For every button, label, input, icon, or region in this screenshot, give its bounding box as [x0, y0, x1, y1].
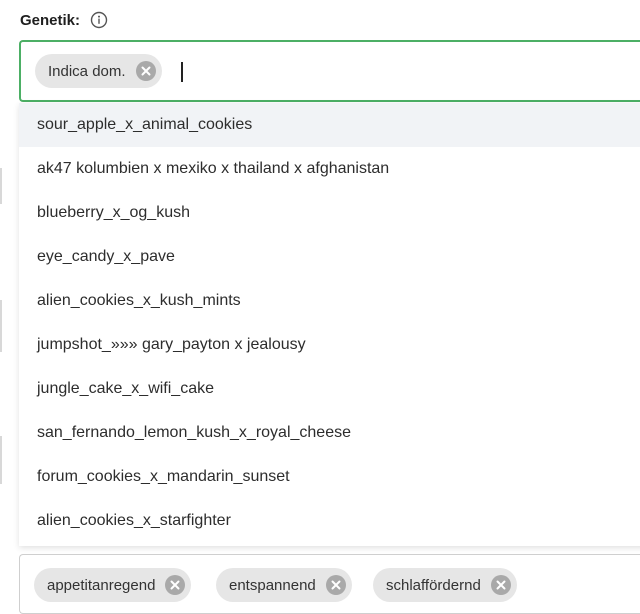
selected-chip: schlaffördernd	[373, 568, 517, 602]
dropdown-option[interactable]: ak47 kolumbien x mexiko x thailand x afg…	[19, 147, 640, 191]
info-icon[interactable]	[90, 11, 108, 29]
close-circle-icon[interactable]	[490, 575, 511, 595]
chip-label: Indica dom.	[48, 62, 126, 80]
options-dropdown: sour_apple_x_animal_cookies ak47 kolumbie…	[19, 103, 640, 546]
chip-label: appetitanregend	[47, 576, 156, 594]
chip-label: schlaffördernd	[386, 576, 481, 594]
close-circle-icon[interactable]	[135, 61, 156, 81]
dropdown-option[interactable]: san_fernando_lemon_kush_x_royal_cheese	[19, 411, 640, 455]
close-circle-icon[interactable]	[325, 575, 346, 595]
dropdown-option[interactable]: jungle_cake_x_wifi_cake	[19, 367, 640, 411]
dropdown-option[interactable]: jumpshot_»»» gary_payton x jealousy	[19, 323, 640, 367]
dropdown-option[interactable]: forum_cookies_x_mandarin_sunset	[19, 455, 640, 499]
genetik-multiselect[interactable]: Indica dom.	[19, 40, 640, 102]
dropdown-option[interactable]: alien_cookies_x_kush_mints	[19, 279, 640, 323]
left-edge-rail	[0, 168, 2, 204]
selected-chip: appetitanregend	[34, 568, 192, 602]
dropdown-option[interactable]: blueberry_x_og_kush	[19, 191, 640, 235]
dropdown-option[interactable]: sour_apple_x_animal_cookies	[19, 103, 640, 147]
close-circle-icon[interactable]	[165, 575, 186, 595]
left-edge-rail	[0, 436, 2, 484]
effects-multiselect[interactable]: appetitanregend entspannend schlafförder…	[19, 554, 640, 614]
text-cursor	[181, 62, 183, 82]
field-label-row: Genetik:	[20, 9, 108, 31]
selected-chip: Indica dom.	[35, 54, 162, 88]
chip-label: entspannend	[229, 576, 316, 594]
selected-chip: entspannend	[216, 568, 352, 602]
field-label: Genetik:	[20, 11, 81, 29]
dropdown-option[interactable]: alien_cookies_x_starfighter	[19, 499, 640, 543]
left-edge-rail	[0, 300, 2, 352]
dropdown-option[interactable]: eye_candy_x_pave	[19, 235, 640, 279]
